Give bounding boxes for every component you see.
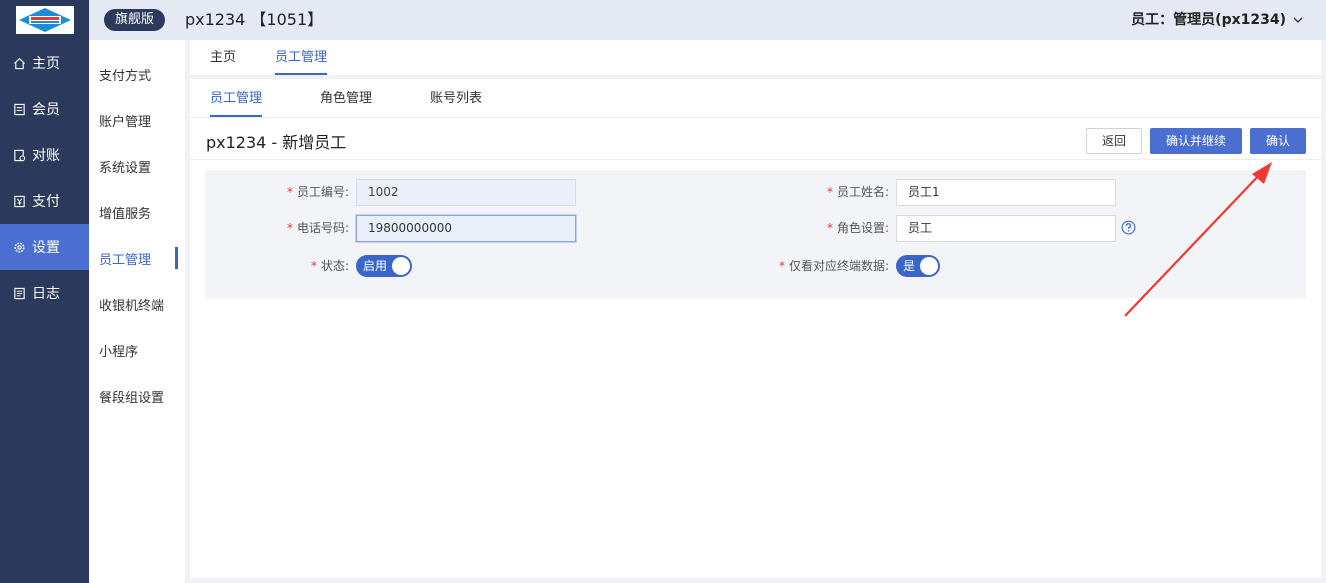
settings-submenu: 支付方式 账户管理 系统设置 增值服务 员工管理 收银机终端 小程序 餐段组设置 — [89, 40, 185, 583]
sidebar-item-member[interactable]: 会员 — [0, 86, 89, 132]
sidebar-item-settings[interactable]: 设置 — [0, 224, 89, 270]
sidebar-item-label: 主页 — [32, 56, 60, 72]
edition-badge: 旗舰版 — [104, 9, 166, 31]
payment-icon — [14, 195, 25, 207]
log-icon — [14, 287, 25, 299]
sidebar-item-label: 日志 — [32, 286, 60, 302]
sidebar-item-payment[interactable]: 支付 — [0, 178, 89, 224]
sidebar-item-home[interactable]: 主页 — [0, 40, 89, 86]
user-name: 员工：管理员(px1234) — [1131, 12, 1286, 28]
content-panel: 员工管理 角色管理 账号列表 px1234 - 新增员工 返回 确认并继续 确认… — [190, 79, 1321, 578]
terminal-only-label: * 仅看对应终端数据: — [778, 259, 889, 273]
terminal-only-toggle[interactable]: 是 — [896, 255, 940, 277]
status-toggle[interactable]: 启用 — [356, 255, 412, 277]
employee-name-field[interactable]: 员工1 — [896, 179, 1116, 206]
sidebar-item-log[interactable]: 日志 — [0, 270, 89, 316]
submenu-item-mini-program[interactable]: 小程序 — [89, 327, 185, 373]
store-name: px1234 【1051】 — [185, 10, 324, 29]
chevron-down-icon — [1293, 17, 1303, 23]
status-toggle-text: 启用 — [363, 259, 388, 273]
top-header: 旗舰版 px1234 【1051】 员工：管理员(px1234) — [0, 0, 1326, 40]
confirm-button[interactable]: 确认 — [1250, 128, 1306, 154]
role-select[interactable]: 员工 — [896, 215, 1116, 242]
submenu-item-payment-methods[interactable]: 支付方式 — [89, 51, 185, 97]
sidebar-item-label: 会员 — [32, 102, 60, 118]
page-tabs: 主页 员工管理 — [190, 40, 1321, 75]
annotation-arrow-icon — [1124, 162, 1272, 317]
toggle-knob — [392, 257, 410, 275]
page-title: px1234 - 新增员工 — [206, 133, 347, 152]
main-sidebar: 主页 会员 对账 支付 设置 日志 — [0, 40, 89, 583]
phone-field[interactable]: 19800000000 — [356, 215, 576, 242]
sidebar-item-label: 设置 — [32, 240, 60, 256]
submenu-item-employee-management[interactable]: 员工管理 — [89, 235, 185, 281]
employee-name-label: * 员工姓名: — [826, 185, 889, 199]
submenu-item-account-management[interactable]: 账户管理 — [89, 97, 185, 143]
submenu-item-cashier-terminal[interactable]: 收银机终端 — [89, 281, 185, 327]
logo-area[interactable] — [0, 0, 89, 40]
submenu-item-system-settings[interactable]: 系统设置 — [89, 143, 185, 189]
user-menu[interactable]: 员工：管理员(px1234) — [1131, 10, 1304, 30]
tab-employee-management[interactable]: 员工管理 — [275, 49, 328, 75]
role-label: * 角色设置: — [826, 221, 889, 235]
back-button[interactable]: 返回 — [1086, 128, 1142, 154]
home-icon — [14, 57, 25, 69]
subtab-account-list[interactable]: 账号列表 — [418, 90, 494, 108]
subtab-role-management[interactable]: 角色管理 — [308, 90, 384, 108]
employee-no-label: * 员工编号: — [286, 185, 349, 199]
member-icon — [14, 103, 25, 115]
confirm-continue-button[interactable]: 确认并继续 — [1150, 128, 1242, 154]
employee-no-field: 1002 — [356, 179, 576, 206]
subtab-employee-management[interactable]: 员工管理 — [198, 90, 274, 117]
sidebar-item-label: 对账 — [32, 148, 60, 164]
tab-home[interactable]: 主页 — [210, 49, 236, 67]
submenu-item-value-added-services[interactable]: 增值服务 — [89, 189, 185, 235]
phone-label: * 电话号码: — [286, 221, 349, 235]
sidebar-item-reconcile[interactable]: 对账 — [0, 132, 89, 178]
gear-icon — [14, 241, 25, 253]
submenu-item-meal-period-groups[interactable]: 餐段组设置 — [89, 373, 185, 419]
brand-logo-icon — [15, 6, 74, 34]
status-label: * 状态: — [310, 259, 349, 273]
sidebar-item-label: 支付 — [32, 194, 60, 210]
toggle-knob — [920, 257, 938, 275]
reconcile-icon — [14, 149, 26, 161]
terminal-only-toggle-text: 是 — [903, 259, 916, 273]
divider — [190, 117, 1321, 118]
